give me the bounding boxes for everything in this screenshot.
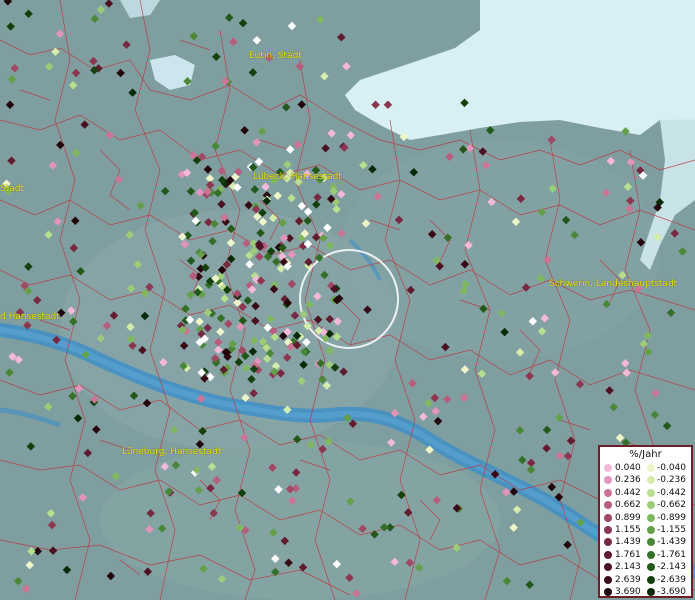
legend-value-positive: 0.899 [615, 512, 641, 523]
legend-swatch-negative [647, 550, 655, 559]
legend-value-positive: 0.442 [615, 487, 641, 498]
legend-value-negative: -1.761 [657, 549, 687, 560]
legend-swatch-negative [647, 476, 655, 485]
legend-value-positive: 1.155 [615, 525, 641, 535]
legend-swatch-negative [647, 513, 655, 522]
legend-row: 1.761 -1.761 [600, 550, 691, 561]
legend-value-negative: -2.143 [657, 562, 687, 573]
legend-swatch-negative [647, 526, 655, 534]
legend-row: 3.690 -3.690 [600, 587, 691, 598]
legend-value-positive: 1.761 [615, 549, 641, 560]
legend-value-positive: 1.439 [615, 537, 641, 548]
legend-title: %/Jahr [629, 449, 662, 460]
legend-value-positive: 0.236 [615, 475, 641, 486]
city-label-stadt: Stadt [0, 184, 24, 194]
legend-swatch-negative [647, 501, 655, 510]
legend-value-negative: -0.899 [657, 512, 687, 523]
legend-row: 0.662 -0.662 [600, 500, 691, 511]
legend-swatch-positive [604, 538, 612, 547]
legend-swatch-negative [647, 575, 655, 584]
legend-value-positive: 2.143 [615, 562, 641, 573]
legend-value-negative: -2.639 [657, 574, 687, 585]
city-label-hansestadt-left: d Hansestadt [0, 312, 60, 322]
legend-swatch-positive [604, 526, 612, 534]
legend-value-negative: -3.690 [657, 587, 687, 597]
city-label-eutin: Eutin, Stadt [249, 51, 302, 61]
legend-swatch-positive [604, 563, 612, 572]
legend-swatch-positive [604, 513, 612, 522]
city-label-luebeck: Lübeck, Hansestadt [253, 172, 342, 182]
legend-row: 0.236 -0.236 [600, 475, 691, 486]
legend-swatch-positive [604, 476, 612, 485]
legend-value-positive: 2.639 [615, 574, 641, 585]
legend-row: 0.442 -0.442 [600, 488, 691, 499]
legend-row: 1.439 -1.439 [600, 537, 691, 548]
city-label-schwerin: Schwerin, Landeshauptstadt [549, 279, 678, 289]
legend-swatch-positive [604, 488, 612, 497]
legend-value-positive: 0.040 [615, 463, 641, 473]
legend-swatch-positive [604, 501, 612, 510]
legend-swatch-positive [604, 550, 612, 559]
legend-value-positive: 3.690 [615, 587, 641, 597]
legend-swatch-negative [647, 588, 655, 596]
legend-row: 2.143 -2.143 [600, 562, 691, 573]
legend-value-negative: -0.236 [657, 475, 687, 486]
legend-swatch-negative [647, 563, 655, 572]
legend-row: 0.899 -0.899 [600, 513, 691, 524]
legend-row: 2.639 -2.639 [600, 575, 691, 586]
legend-value-positive: 0.662 [615, 500, 641, 511]
legend-swatch-negative [647, 488, 655, 497]
legend-value-negative: -1.439 [657, 537, 687, 548]
legend-swatch-negative [647, 464, 655, 472]
map-view[interactable]: Eutin, Stadt Lübeck, Hansestadt Stadt d … [0, 0, 695, 600]
map-base [0, 0, 695, 600]
map-legend: %/Jahr 0.040 -0.040 0.236 -0.236 0.442 -0.442… [598, 445, 693, 598]
legend-swatch-negative [647, 538, 655, 547]
legend-value-negative: -0.442 [657, 487, 687, 498]
legend-value-negative: -0.040 [657, 463, 687, 473]
legend-value-negative: -1.155 [657, 525, 687, 535]
legend-row: 0.040 -0.040 [600, 463, 691, 474]
legend-swatch-positive [604, 588, 612, 596]
legend-row: 1.155 -1.155 [600, 525, 691, 536]
legend-value-negative: -0.662 [657, 500, 687, 511]
legend-swatch-positive [604, 464, 612, 472]
city-label-lueneburg: Lüneburg, Hansestadt [122, 447, 222, 457]
legend-swatch-positive [604, 575, 612, 584]
